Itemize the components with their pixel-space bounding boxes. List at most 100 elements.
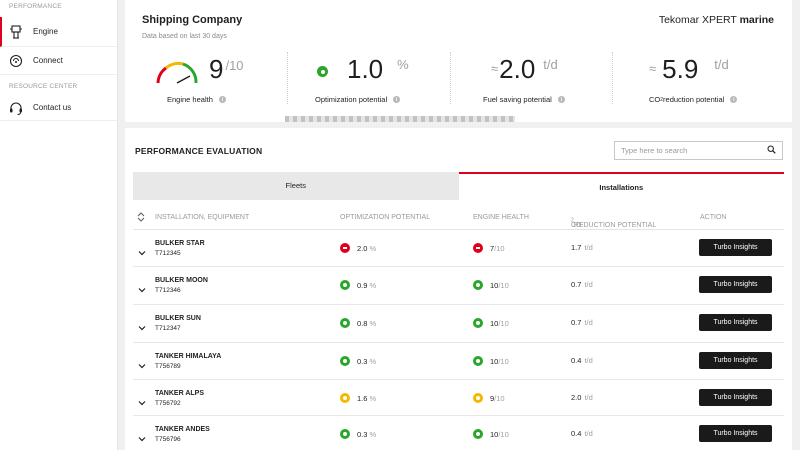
co2-reduction-label: CO 2 reduction potential i bbox=[649, 95, 738, 104]
performance-panel: PERFORMANCE EVALUATION Type here to sear… bbox=[125, 128, 792, 450]
engine-health-cell: 10/10 bbox=[473, 318, 509, 328]
column-optimization[interactable]: OPTIMIZATION POTENTIAL bbox=[340, 214, 430, 221]
divider bbox=[450, 52, 451, 104]
co2-reduction-cell: 2.0 t/d bbox=[571, 393, 593, 402]
turbo-insights-button[interactable]: Turbo Insights bbox=[699, 389, 772, 406]
engine-health-cell: 10/10 bbox=[473, 356, 509, 366]
engine-health-cell: 9/10 bbox=[473, 393, 505, 403]
status-green-icon bbox=[473, 318, 483, 328]
info-icon[interactable]: i bbox=[218, 96, 226, 103]
turbo-insights-button[interactable]: Turbo Insights bbox=[699, 276, 772, 293]
sidebar-item-connect[interactable]: Connect bbox=[0, 47, 117, 75]
status-green-icon bbox=[473, 280, 483, 290]
table-row[interactable]: TANKER HIMALAYA T756789 0.3% 10/10 0.4 t/… bbox=[133, 343, 784, 380]
chevron-down-icon[interactable] bbox=[138, 319, 146, 331]
health-gauge-icon bbox=[156, 61, 198, 84]
optimization-cell: 0.3% bbox=[340, 356, 376, 366]
panel-title: PERFORMANCE EVALUATION bbox=[135, 146, 263, 156]
installation-name: TANKER ANDES bbox=[155, 426, 210, 433]
table-row[interactable]: BULKER SUN T712347 0.8% 10/10 0.7 t/d Tur… bbox=[133, 305, 784, 343]
optimization-cell: 0.3% bbox=[340, 429, 376, 439]
column-engine-health[interactable]: ENGINE HEALTH bbox=[473, 214, 529, 221]
brand-logo: Tekomar XPERT marine bbox=[658, 14, 774, 26]
engine-icon bbox=[8, 24, 24, 40]
column-installation[interactable]: INSTALLATION, EQUIPMENT bbox=[155, 214, 249, 221]
info-icon[interactable]: i bbox=[393, 96, 401, 103]
sidebar-item-label: Contact us bbox=[33, 103, 72, 112]
sidebar-section-resource: RESOURCE CENTER bbox=[9, 83, 78, 90]
table-row[interactable]: TANKER ALPS T756792 1.6% 9/10 2.0 t/d Tur… bbox=[133, 380, 784, 416]
co2-reduction-cell: 0.4 t/d bbox=[571, 356, 593, 365]
kpi-fuel-saving: ≈2.0 t/d Fuel saving potential i bbox=[475, 52, 615, 110]
engine-health-value: 9/10 bbox=[209, 54, 244, 84]
chevron-down-icon[interactable] bbox=[138, 281, 146, 293]
co2-reduction-value: ≈5.9 t/d bbox=[649, 54, 729, 84]
status-red-icon bbox=[340, 243, 350, 253]
chevron-down-icon[interactable] bbox=[138, 357, 146, 369]
status-red-icon bbox=[473, 243, 483, 253]
fuel-saving-label: Fuel saving potential i bbox=[483, 95, 565, 104]
kpi-optimization: 1.0% Optimization potential i bbox=[311, 52, 451, 110]
summary-card: Shipping Company Data based on last 30 d… bbox=[125, 0, 792, 122]
optimization-cell: 0.8% bbox=[340, 318, 376, 328]
status-green-icon bbox=[473, 429, 483, 439]
sidebar: PERFORMANCE Engine Connect RESOURCE CENT… bbox=[0, 0, 118, 450]
optimization-cell: 2.0% bbox=[340, 243, 376, 253]
info-icon[interactable]: i bbox=[730, 96, 738, 103]
column-action: ACTION bbox=[700, 214, 727, 221]
installation-name: BULKER SUN bbox=[155, 315, 201, 322]
installation-serial: T712345 bbox=[155, 250, 181, 257]
engine-health-cell: 10/10 bbox=[473, 429, 509, 439]
co2-reduction-cell: 0.7 t/d bbox=[571, 280, 593, 289]
turbo-insights-button[interactable]: Turbo Insights bbox=[699, 239, 772, 256]
chevron-down-icon[interactable] bbox=[138, 394, 146, 406]
info-icon[interactable]: i bbox=[557, 96, 565, 103]
search-placeholder: Type here to search bbox=[621, 146, 688, 155]
tab-installations[interactable]: Installations bbox=[458, 172, 784, 200]
installation-serial: T756789 bbox=[155, 363, 181, 370]
co2-reduction-cell: 1.7 t/d bbox=[571, 243, 593, 252]
status-yellow-icon bbox=[473, 393, 483, 403]
status-green-icon bbox=[340, 318, 350, 328]
status-green-icon bbox=[340, 429, 350, 439]
background-image bbox=[285, 116, 515, 122]
tab-fleets[interactable]: Fleets bbox=[133, 172, 459, 200]
turbo-insights-button[interactable]: Turbo Insights bbox=[699, 314, 772, 331]
search-input[interactable]: Type here to search bbox=[614, 141, 783, 160]
sidebar-item-contact[interactable]: Contact us bbox=[0, 95, 117, 121]
engine-health-cell: 10/10 bbox=[473, 280, 509, 290]
status-green-icon bbox=[340, 280, 350, 290]
sidebar-item-label: Engine bbox=[33, 27, 58, 36]
table-row[interactable]: BULKER STAR T712345 2.0% 7/10 1.7 t/d Tur… bbox=[133, 230, 784, 267]
search-icon[interactable] bbox=[767, 145, 776, 156]
divider bbox=[612, 52, 613, 104]
optimization-value: 1.0% bbox=[347, 54, 409, 84]
engine-health-cell: 7/10 bbox=[473, 243, 505, 253]
kpi-co2-reduction: ≈5.9 t/d CO 2 reduction potential i bbox=[645, 52, 785, 110]
fuel-saving-value: ≈2.0 t/d bbox=[491, 54, 558, 84]
installation-serial: T756792 bbox=[155, 400, 181, 407]
turbo-insights-button[interactable]: Turbo Insights bbox=[699, 425, 772, 442]
installation-serial: T712346 bbox=[155, 287, 181, 294]
chevron-down-icon[interactable] bbox=[138, 244, 146, 256]
status-green-icon bbox=[473, 356, 483, 366]
tab-bar: Fleets Installations bbox=[133, 172, 784, 200]
turbo-insights-button[interactable]: Turbo Insights bbox=[699, 352, 772, 369]
sidebar-item-engine[interactable]: Engine bbox=[0, 17, 117, 47]
installation-name: BULKER MOON bbox=[155, 277, 208, 284]
installation-serial: T756796 bbox=[155, 436, 181, 443]
installation-name: TANKER HIMALAYA bbox=[155, 353, 222, 360]
sort-icon[interactable] bbox=[137, 212, 145, 224]
table-row[interactable]: BULKER MOON T712346 0.9% 10/10 0.7 t/d Tu… bbox=[133, 267, 784, 305]
installation-name: BULKER STAR bbox=[155, 240, 205, 247]
company-name: Shipping Company bbox=[142, 14, 243, 26]
column-co2-reduction[interactable]: CO 2 REDUCTION POTENTIAL bbox=[571, 214, 656, 229]
table-row[interactable]: TANKER ANDES T756796 0.3% 10/10 0.4 t/d T… bbox=[133, 416, 784, 450]
sidebar-item-label: Connect bbox=[33, 56, 63, 65]
chevron-down-icon[interactable] bbox=[138, 430, 146, 442]
data-period-note: Data based on last 30 days bbox=[142, 33, 227, 40]
installation-name: TANKER ALPS bbox=[155, 390, 204, 397]
installations-table: BULKER STAR T712345 2.0% 7/10 1.7 t/d Tur… bbox=[133, 230, 784, 450]
kpi-engine-health: 9/10 Engine health i bbox=[145, 52, 285, 110]
optimization-label: Optimization potential i bbox=[315, 95, 401, 104]
